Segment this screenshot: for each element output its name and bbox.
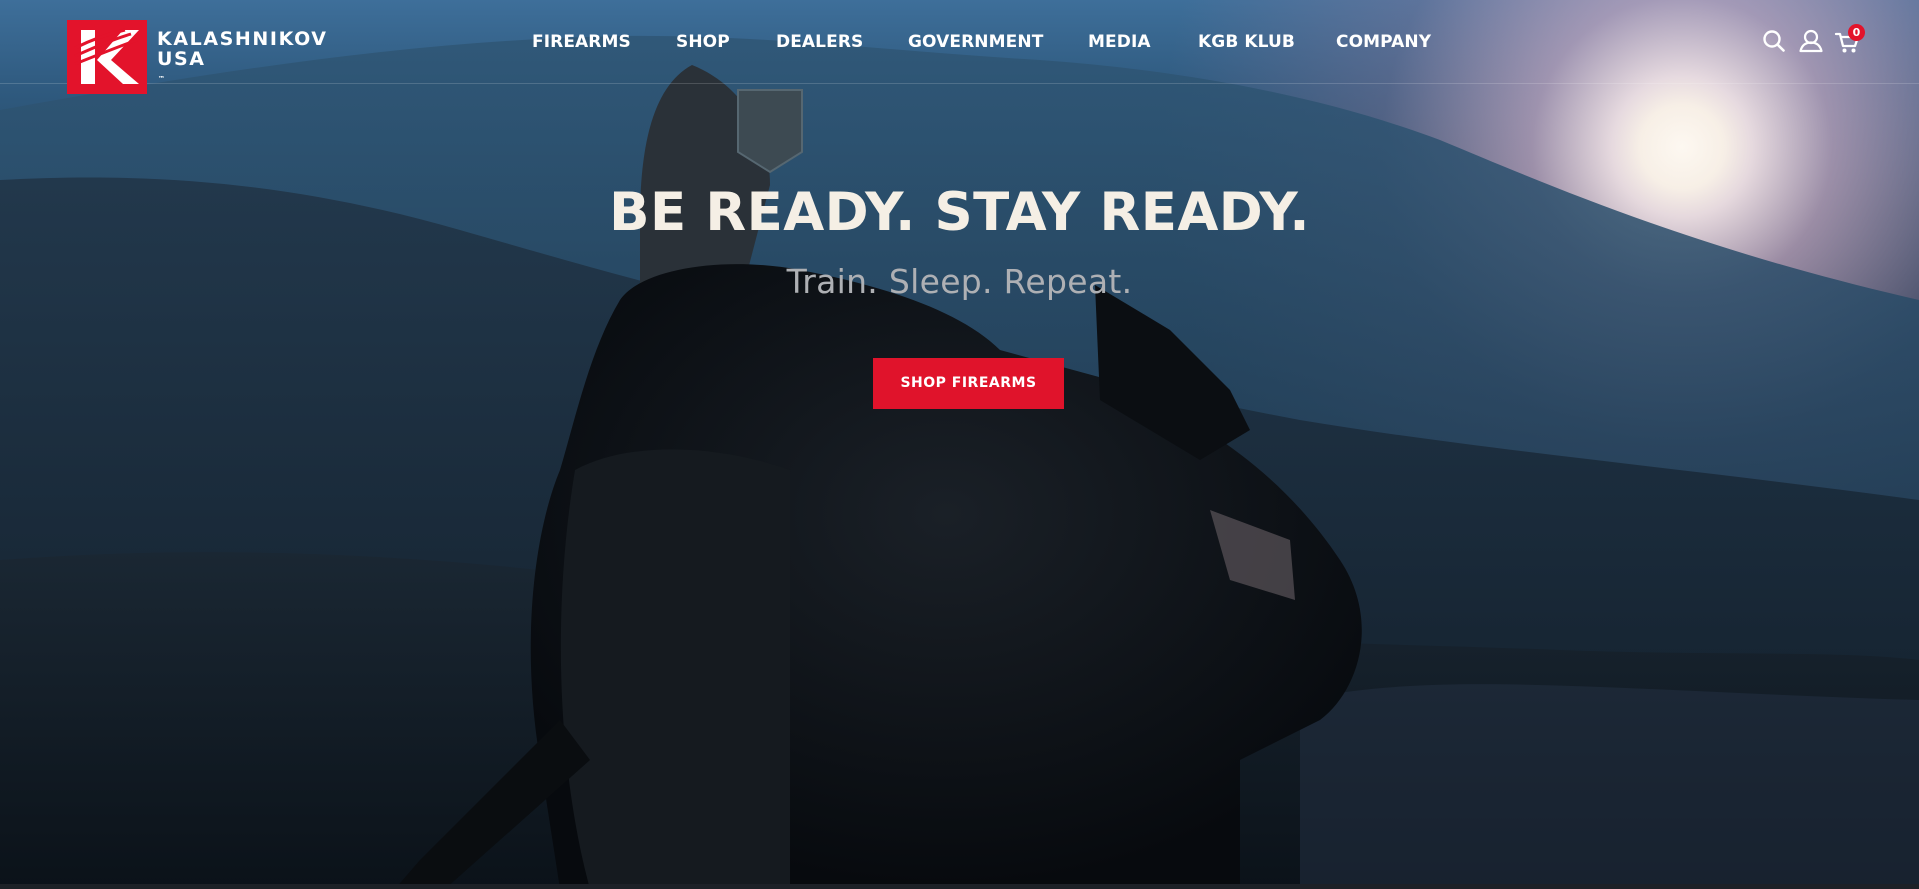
- nav-item-firearms[interactable]: FIREARMS: [532, 28, 631, 56]
- hero-subheadline: Train. Sleep. Repeat.: [786, 262, 1133, 301]
- shop-firearms-button[interactable]: SHOP FIREARMS: [873, 358, 1064, 409]
- hero-background-image: [0, 35, 1919, 889]
- page-bottom-edge: [0, 884, 1919, 889]
- account-button[interactable]: [1797, 26, 1825, 56]
- nav-item-company[interactable]: COMPANY: [1336, 28, 1431, 56]
- trademark-symbol: ™: [158, 75, 167, 83]
- nav-item-media[interactable]: MEDIA: [1088, 28, 1151, 56]
- cart-count-badge: 0: [1848, 24, 1865, 41]
- nav-item-kgb-klub[interactable]: KGB KLUB: [1198, 28, 1295, 56]
- hero-section: KALASHNIKOV USA ™ FIREARMS SHOP DEALERS G…: [0, 0, 1919, 889]
- cart-button[interactable]: 0: [1834, 24, 1865, 56]
- main-navigation: FIREARMS SHOP DEALERS GOVERNMENT MEDIA K…: [0, 28, 1919, 56]
- search-icon: [1763, 30, 1785, 52]
- hero-headline: BE READY. STAY READY.: [609, 182, 1310, 243]
- nav-item-shop[interactable]: SHOP: [676, 28, 730, 56]
- user-icon: [1799, 29, 1823, 53]
- search-button[interactable]: [1760, 26, 1788, 56]
- nav-item-dealers[interactable]: DEALERS: [776, 28, 863, 56]
- nav-item-government[interactable]: GOVERNMENT: [908, 28, 1043, 56]
